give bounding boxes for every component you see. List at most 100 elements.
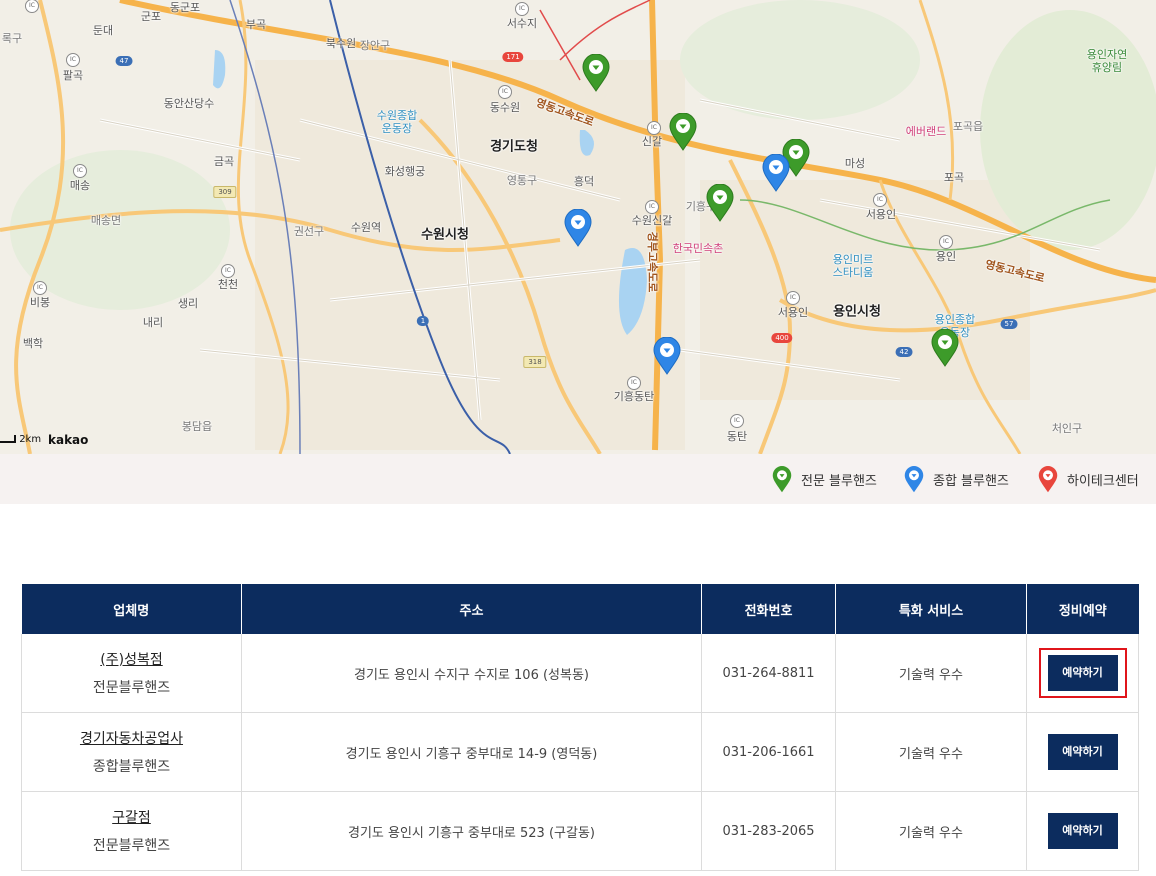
shop-table: 업체명 주소 전화번호 특화 서비스 정비예약 (주)성복점 전문블루핸즈 경기… — [21, 584, 1139, 871]
ic-badge: IC — [66, 53, 80, 67]
header-phone: 전화번호 — [701, 584, 836, 634]
label-hwaseong: 화성행궁 — [384, 165, 426, 178]
table-header-row: 업체명 주소 전화번호 특화 서비스 정비예약 — [21, 584, 1139, 634]
label-pogok-ic: 포곡 — [943, 171, 965, 184]
label-heungdeok: 흥덕 — [573, 175, 595, 188]
shop-type: 전문블루핸즈 — [92, 680, 171, 696]
header-service: 특화 서비스 — [835, 584, 1027, 634]
kakao-logo: kakao — [48, 433, 89, 447]
label-dongan: 동안산당수 — [163, 97, 215, 110]
legend-item-specialist: 전문 블루핸즈 — [772, 465, 877, 493]
label-gunpo: 군포 — [140, 10, 162, 23]
route-47-shield: 47 — [115, 56, 133, 66]
reservation-cell: 예약하기 — [1026, 634, 1139, 713]
map-scale: 2km — [0, 434, 41, 445]
scale-bar — [0, 435, 16, 443]
phone-cell: 031-264-8811 — [701, 634, 836, 713]
shop-type: 전문블루핸즈 — [92, 838, 171, 854]
map[interactable]: 수원시청 경기도청 용인시청 수원역 화성행궁 수원종합 운동장 용인종합 운동… — [0, 0, 1156, 454]
phone-cell: 031-206-1661 — [701, 712, 836, 792]
shop-type: 종합블루핸즈 — [92, 759, 171, 775]
scale-label: 2km — [19, 434, 42, 445]
header-reservation: 정비예약 — [1026, 584, 1139, 634]
red-pin-icon — [1038, 465, 1058, 492]
ic-badge: IC — [647, 121, 661, 135]
label-seoyongin-2: 서용인 — [777, 306, 809, 319]
green-pin-icon — [772, 465, 792, 492]
table-row: 구갈점 전문블루핸즈 경기도 용인시 기흥구 중부대로 523 (구갈동) 03… — [21, 791, 1139, 871]
label-masung: 마성 — [844, 157, 866, 170]
shop-name-cell: 경기자동차공업사 종합블루핸즈 — [21, 712, 242, 792]
reservation-cell: 예약하기 — [1026, 791, 1139, 871]
label-yeongtong: 영통구 — [506, 174, 538, 187]
address-cell: 경기도 용인시 수지구 수지로 106 (성복동) — [241, 634, 702, 713]
label-bugok: 부곡 — [245, 18, 267, 31]
label-buksuwon: 북수원 — [325, 37, 357, 50]
label-baekhak: 백학 — [22, 337, 44, 350]
shop-name-link[interactable]: 구갈점 — [22, 807, 241, 827]
label-everland: 에버랜드 — [905, 125, 947, 138]
label-dongunpo: 동군포 — [169, 1, 201, 14]
ic-badge: IC — [33, 281, 47, 295]
ic-badge: IC — [627, 376, 641, 390]
label-yongin-mireu: 용인미르 스타디움 — [832, 253, 874, 279]
shop-name-link[interactable]: (주)성복점 — [22, 649, 241, 669]
label-cheoncheon: 천천 — [217, 278, 239, 291]
label-dongtan: 동탄 — [726, 430, 748, 443]
ic-badge: IC — [515, 2, 529, 16]
reserve-button[interactable]: 예약하기 — [1047, 813, 1118, 849]
shop-name-cell: (주)성복점 전문블루핸즈 — [21, 634, 242, 713]
label-suwon-city-hall: 수원시청 — [421, 227, 469, 243]
label-suwon-stadium: 수원종합 운동장 — [376, 109, 418, 135]
address-cell: 경기도 용인시 기흥구 중부대로 523 (구갈동) — [241, 791, 702, 871]
reserve-highlight-box: 예약하기 — [1038, 648, 1127, 698]
phone-cell: 031-283-2065 — [701, 791, 836, 871]
label-dongsuwon: 동수원 — [489, 101, 521, 114]
label-suwon-singal: 수원신갈 — [631, 214, 673, 227]
reserve-button[interactable]: 예약하기 — [1047, 734, 1118, 770]
service-cell: 기술력 우수 — [835, 791, 1027, 871]
label-giheung-dongtan: 기흥동탄 — [613, 390, 655, 403]
route-400-shield: 400 — [771, 333, 793, 343]
reserve-wrap: 예약하기 — [1047, 813, 1118, 849]
label-naeri: 내리 — [142, 316, 164, 329]
reserve-button[interactable]: 예약하기 — [1047, 655, 1118, 691]
header-shop-name: 업체명 — [21, 584, 242, 634]
route-42-shield: 42 — [895, 347, 913, 357]
ic-badge: IC — [645, 200, 659, 214]
ic-badge: IC — [873, 193, 887, 207]
label-gyeonggi-office: 경기도청 — [490, 139, 538, 155]
label-maesong: 매송면 — [90, 214, 122, 227]
label-singal: 신갈 — [641, 135, 663, 148]
shop-name-link[interactable]: 경기자동차공업사 — [22, 728, 241, 748]
label-palgok: 팔곡 — [62, 69, 84, 82]
label-korean-folk-village: 한국민속촌 — [672, 242, 724, 255]
label-dundae: 둔대 — [92, 24, 114, 37]
label-yongin-forest: 용인자연 휴양림 — [1086, 48, 1128, 74]
label-saengni: 생리 — [177, 297, 199, 310]
label-bongdam: 봉담읍 — [181, 420, 213, 433]
label-suwon-station: 수원역 — [350, 221, 382, 234]
ic-badge: IC — [498, 85, 512, 99]
reserve-wrap: 예약하기 — [1047, 734, 1118, 770]
legend-item-hitech: 하이테크센터 — [1038, 465, 1139, 493]
map-legend: 전문 블루핸즈 종합 블루핸즈 하이테크센터 — [0, 454, 1156, 504]
ic-badge: IC — [221, 264, 235, 278]
label-expressway-3: 경부고속도로 — [646, 231, 659, 293]
label-bibong: 비봉 — [29, 296, 51, 309]
route-309-shield: 309 — [213, 186, 237, 198]
label-jangan: 장안구 — [359, 39, 391, 52]
legend-label: 전문 블루핸즈 — [801, 473, 877, 489]
reservation-cell: 예약하기 — [1026, 712, 1139, 792]
route-318-shield: 318 — [523, 356, 547, 368]
address-cell: 경기도 용인시 기흥구 중부대로 14-9 (영덕동) — [241, 712, 702, 792]
ic-badge: IC — [939, 235, 953, 249]
service-cell: 기술력 우수 — [835, 634, 1027, 713]
label-rokgu: 록구 — [1, 32, 23, 45]
legend-label: 하이테크센터 — [1067, 473, 1139, 489]
label-pogok: 포곡읍 — [952, 120, 984, 133]
table-row: 경기자동차공업사 종합블루핸즈 경기도 용인시 기흥구 중부대로 14-9 (영… — [21, 712, 1139, 792]
blue-pin-icon — [904, 465, 924, 492]
label-gwonseon: 권선구 — [293, 225, 325, 238]
label-seosuji: 서수지 — [506, 17, 538, 30]
